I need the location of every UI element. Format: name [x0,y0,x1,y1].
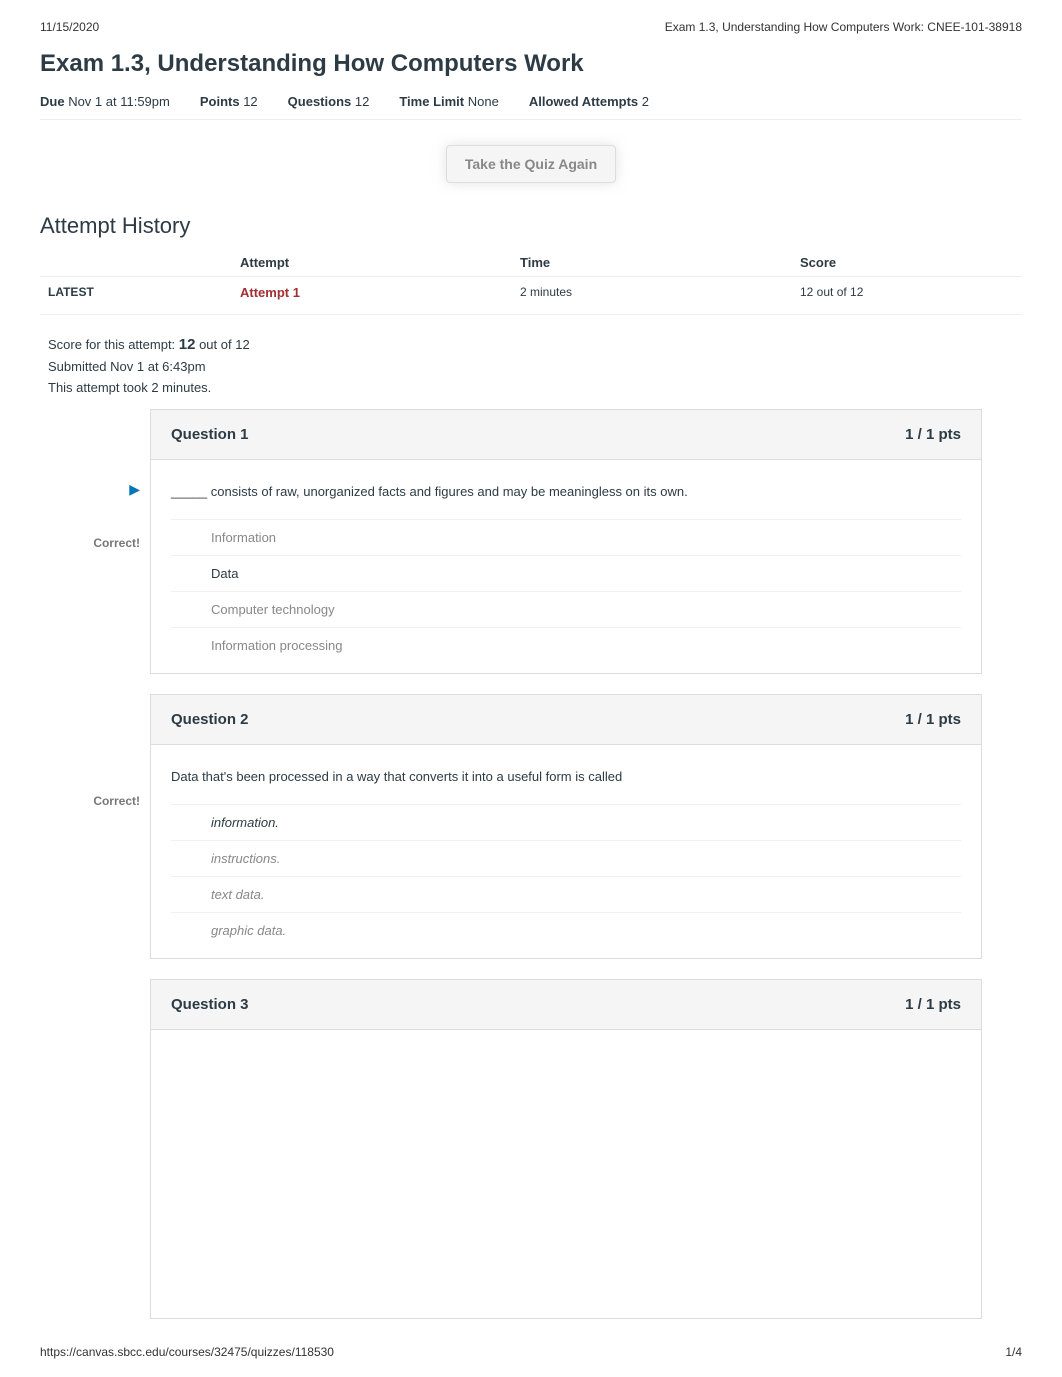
question-title: Question 2 [171,711,249,728]
print-header: 11/15/2020 Exam 1.3, Understanding How C… [0,0,1062,42]
print-title: Exam 1.3, Understanding How Computers Wo… [665,20,1022,34]
footer-url: https://canvas.sbcc.edu/courses/32475/qu… [40,1345,334,1359]
question-block: Question 3 1 / 1 pts [40,979,1022,1319]
latest-badge: LATEST [40,285,240,300]
table-row: LATEST Attempt 1 2 minutes 12 out of 12 [40,277,1022,315]
col-header-time: Time [520,255,800,270]
take-quiz-again-button[interactable]: Take the Quiz Again [446,145,616,183]
expand-arrow-icon[interactable]: ▶ [40,469,140,498]
question-points: 1 / 1 pts [905,996,961,1013]
summary-score: Score for this attempt: 12 out of 12 [48,333,1022,357]
question-points: 1 / 1 pts [905,426,961,443]
question-title: Question 3 [171,996,249,1013]
print-footer: https://canvas.sbcc.edu/courses/32475/qu… [0,1345,1062,1359]
question-card: Question 3 1 / 1 pts [150,979,982,1319]
attempt-time: 2 minutes [520,285,800,300]
col-header-score: Score [800,255,1022,270]
correct-label: Correct! [40,536,140,550]
meta-timelimit: Time Limit None [399,94,498,109]
quiz-meta-bar: Due Nov 1 at 11:59pm Points 12 Questions… [40,90,1022,120]
attempt-history-table: Attempt Time Score LATEST Attempt 1 2 mi… [40,249,1022,315]
col-header-attempt: Attempt [240,255,520,270]
answer-option: graphic data. [171,923,286,938]
answer-option: information. [171,815,279,830]
attempt-score: 12 out of 12 [800,285,1022,300]
question-title: Question 1 [171,426,249,443]
summary-took: This attempt took 2 minutes. [48,378,1022,399]
meta-due: Due Nov 1 at 11:59pm [40,94,170,109]
attempt-link[interactable]: Attempt 1 [240,285,520,300]
answer-option: Information [171,530,276,545]
print-date: 11/15/2020 [40,20,99,34]
attempt-history-heading: Attempt History [40,213,1022,239]
table-header-row: Attempt Time Score [40,249,1022,277]
footer-page: 1/4 [1005,1345,1022,1359]
answer-option: text data. [171,887,264,902]
answer-option: Data [171,566,238,581]
meta-points: Points 12 [200,94,258,109]
question-card: Question 1 1 / 1 pts _____ consists of r… [150,409,982,674]
question-card: Question 2 1 / 1 pts Data that's been pr… [150,694,982,959]
question-points: 1 / 1 pts [905,711,961,728]
summary-submitted: Submitted Nov 1 at 6:43pm [48,357,1022,378]
correct-label: Correct! [40,794,140,808]
answer-option: instructions. [171,851,280,866]
meta-attempts: Allowed Attempts 2 [529,94,649,109]
question-text: _____ consists of raw, unorganized facts… [171,484,961,499]
answer-option: Computer technology [171,602,335,617]
answer-option: Information processing [171,638,343,653]
meta-questions: Questions 12 [288,94,370,109]
question-text: Data that's been processed in a way that… [171,769,961,784]
quiz-title: Exam 1.3, Understanding How Computers Wo… [40,50,1022,78]
question-block: ▶ Correct! Question 1 1 / 1 pts _____ co… [40,409,1022,674]
question-block: Correct! Question 2 1 / 1 pts Data that'… [40,694,1022,959]
attempt-summary: Score for this attempt: 12 out of 12 Sub… [40,315,1022,409]
